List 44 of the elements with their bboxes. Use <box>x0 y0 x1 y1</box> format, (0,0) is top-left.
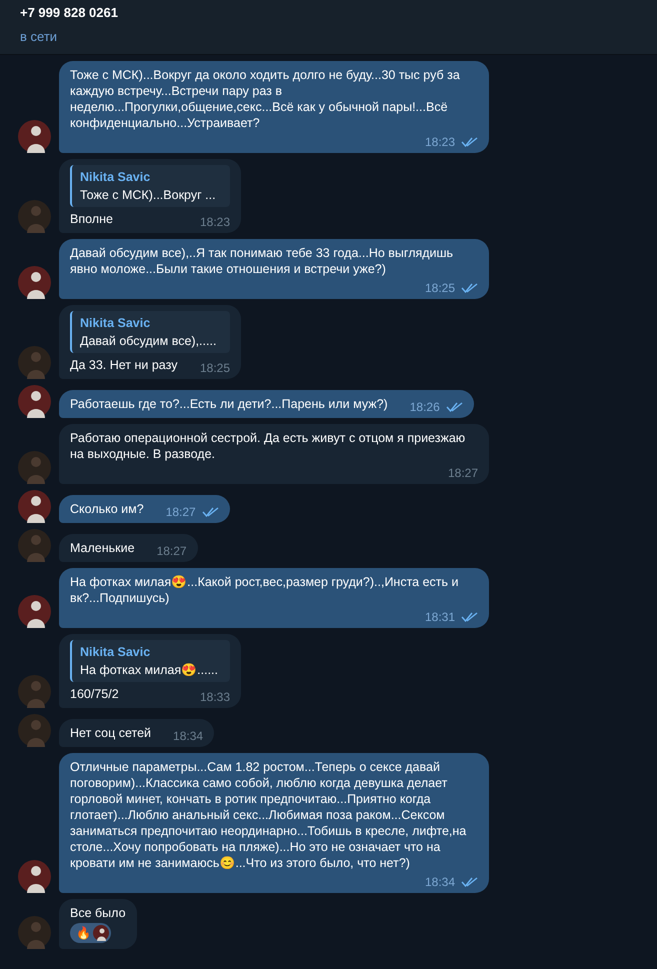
reply-author: Nikita Savic <box>80 644 152 661</box>
message-text: Сколько им? <box>70 501 144 517</box>
avatar[interactable] <box>18 860 51 893</box>
message-text: Работаешь где то?...Есть ли дети?...Парень или муж?) <box>70 396 388 412</box>
avatar[interactable] <box>18 490 51 523</box>
online-status: в сети <box>20 29 58 45</box>
reply-text: Давай обсудим все),..... <box>80 333 218 350</box>
message-text: 160/75/2 <box>70 686 119 702</box>
message-time: 18:27 <box>448 465 478 481</box>
message-time: 18:25 <box>424 280 455 296</box>
message-time: 18:34 <box>424 874 455 890</box>
message-text: Тоже с МСК)...Вокруг да около ходить долго не буду...30 тыс руб за каждую встречу...Встречи пару раз в неделю...Прогулки,общение,секс...Всё как у обычной пары!...Всё конфиденциально...Устраивает? <box>70 67 461 131</box>
message-time: 18:25 <box>200 360 230 376</box>
reply-author: Nikita Savic <box>80 169 152 186</box>
message-time: 18:23 <box>200 214 230 230</box>
reply-quote[interactable]: Nikita Savic Тоже с МСК)...Вокруг ... <box>70 165 230 207</box>
reply-author: Nikita Savic <box>80 315 152 332</box>
message-text: Вполне <box>70 211 113 227</box>
message-text: Маленькие <box>70 540 135 556</box>
message-text: На фотках милая😍...Какой рост,вес,размер груди?)..,Инста есть и вк?...Подпишусь) <box>70 574 460 606</box>
avatar[interactable] <box>18 120 51 153</box>
reaction-emoji: 🔥 <box>76 925 91 941</box>
message-time: 18:33 <box>200 689 230 705</box>
reply-text: Тоже с МСК)...Вокруг ... <box>80 187 217 204</box>
reply-quote[interactable]: Nikita Savic На фотках милая😍...... <box>70 640 230 682</box>
avatar[interactable] <box>18 385 51 418</box>
message-time: 18:31 <box>424 609 455 625</box>
message-time: 18:27 <box>166 504 196 520</box>
message-text: Отличные параметры...Сам 1.82 ростом...Теперь о сексе давай поговорим)...Классика само собой, люблю когда девушка делает горловой минет, кончать в ротик предпочитаю...Приятно когда глотает)...Люблю анальный секс...Любимая поза раком...Сексом заниматься предпочитаю неординарно...Тобишь в кресле, лифте,на столе...Хочу попробовать на пляже)...Но это не означает что на кровати им не занимаюсь😊...Что из этого было, что нет?) <box>70 759 468 871</box>
message-text: Давай обсудим все),..Я так понимаю тебе 33 года...Но выглядишь явно моложе...Были такие отношения и встречи уже?) <box>70 245 454 277</box>
message-text: Все было <box>70 905 126 921</box>
avatar <box>93 925 109 941</box>
message-time: 18:34 <box>173 728 204 744</box>
reply-text: На фотках милая😍...... <box>80 662 219 679</box>
message-text: Да 33. Нет ни разу <box>70 357 178 373</box>
contact-name: +7 999 828 0261 <box>20 5 119 21</box>
message-text: Работаю операционной сестрой. Да есть живут с отцом я приезжаю на выходные. В разводе. <box>70 430 466 462</box>
message-text: Нет соц сетей <box>70 725 152 741</box>
message-time: 18:23 <box>424 134 455 150</box>
avatar[interactable] <box>18 266 51 299</box>
reply-quote[interactable]: Nikita Savic Давай обсудим все),..... <box>70 311 230 353</box>
avatar[interactable] <box>18 595 51 628</box>
message-time: 18:27 <box>156 543 187 559</box>
message-time: 18:26 <box>410 399 440 415</box>
